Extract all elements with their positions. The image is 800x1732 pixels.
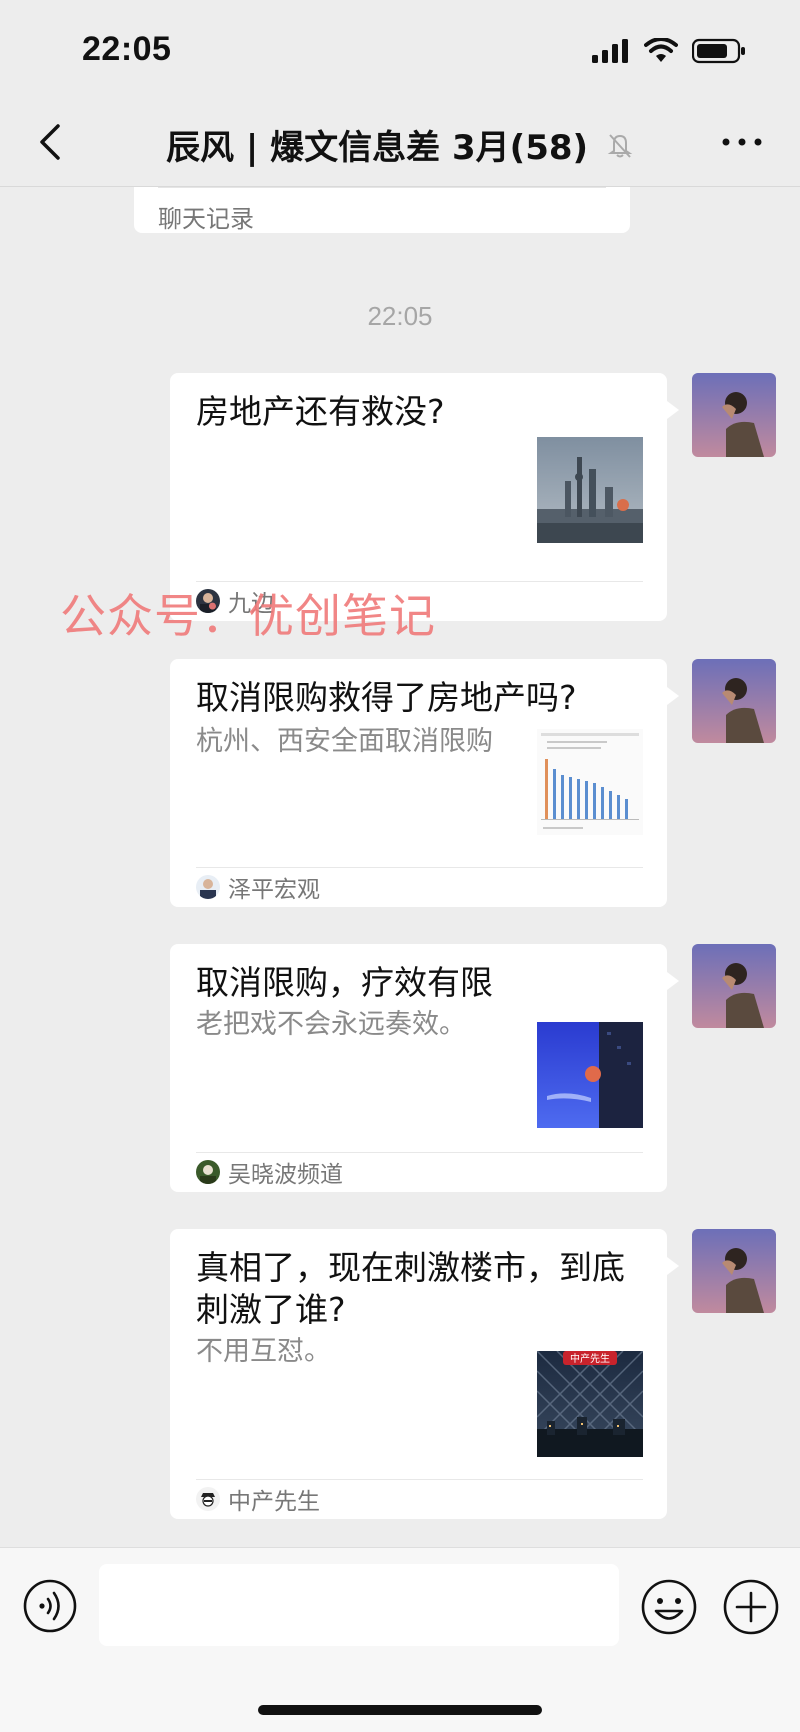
shared-article-card[interactable]: 真相了，现在刺激楼市，到底刺激了谁? 不用互怼。 中产先生 中产先生 bbox=[170, 1229, 679, 1519]
source-name: 泽平宏观 bbox=[228, 877, 320, 903]
source-avatar bbox=[196, 1487, 220, 1511]
plus-icon[interactable] bbox=[722, 1578, 780, 1636]
chat-history-card[interactable]: 聊天记录 bbox=[134, 187, 630, 233]
battery-icon bbox=[692, 38, 745, 64]
input-bar bbox=[0, 1547, 800, 1732]
user-avatar[interactable] bbox=[692, 373, 776, 457]
signal-icon bbox=[592, 39, 628, 63]
watermark: 公众号：优创笔记 bbox=[60, 589, 436, 643]
chat-history-label: 聊天记录 bbox=[158, 205, 254, 233]
wifi-icon bbox=[644, 38, 678, 62]
chat-title: 辰风 | 爆文信息差 3月(58) bbox=[0, 120, 800, 169]
voice-input-icon[interactable] bbox=[22, 1578, 78, 1634]
mute-bell-icon bbox=[607, 133, 633, 158]
article-title: 真相了，现在刺激楼市，到底刺激了谁? bbox=[196, 1248, 625, 1329]
article-thumbnail: 中产先生 bbox=[537, 1351, 643, 1457]
article-thumbnail bbox=[537, 437, 643, 543]
emoji-icon[interactable] bbox=[640, 1578, 698, 1636]
article-source: 吴晓波频道 bbox=[196, 1152, 343, 1192]
status-icons bbox=[592, 38, 746, 64]
message-timestamp: 22:05 bbox=[367, 301, 433, 331]
article-description: 杭州、西安全面取消限购 bbox=[196, 726, 493, 757]
home-indicator bbox=[258, 1705, 542, 1715]
article-title: 房地产还有救没? bbox=[196, 392, 445, 431]
source-avatar bbox=[196, 1160, 220, 1184]
user-avatar[interactable] bbox=[692, 1229, 776, 1313]
user-avatar[interactable] bbox=[692, 944, 776, 1028]
divider bbox=[158, 187, 606, 188]
status-bar: 22:05 bbox=[0, 0, 800, 100]
article-source: 中产先生 bbox=[196, 1479, 320, 1519]
article-source: 泽平宏观 bbox=[196, 867, 320, 907]
article-description: 老把戏不会永远奏效。 bbox=[196, 1009, 466, 1040]
status-time: 22:05 bbox=[82, 30, 172, 68]
article-thumbnail bbox=[537, 1022, 643, 1128]
thumbnail-badge: 中产先生 bbox=[570, 1352, 610, 1365]
shared-article-card[interactable]: 取消限购救得了房地产吗? 杭州、西安全面取消限购 泽平宏观 bbox=[170, 659, 679, 907]
more-options-icon[interactable] bbox=[720, 130, 764, 154]
user-avatar[interactable] bbox=[692, 659, 776, 743]
article-title: 取消限购，疗效有限 bbox=[196, 963, 493, 1002]
shared-article-card[interactable]: 取消限购，疗效有限 老把戏不会永远奏效。 吴晓波频道 bbox=[170, 944, 679, 1192]
source-name: 吴晓波频道 bbox=[228, 1162, 343, 1188]
article-title: 取消限购救得了房地产吗? bbox=[196, 678, 577, 717]
chat-title-text: 辰风 | 爆文信息差 3月(58) bbox=[166, 128, 589, 168]
article-thumbnail bbox=[537, 729, 643, 835]
article-description: 不用互怼。 bbox=[196, 1336, 331, 1367]
source-name: 中产先生 bbox=[228, 1489, 320, 1515]
chat-area[interactable]: 聊天记录 22:05 房地产还有救没? 九边 取消限购救得了房地产吗? 杭州、西… bbox=[0, 187, 800, 1547]
source-avatar bbox=[196, 875, 220, 899]
message-input[interactable] bbox=[99, 1564, 619, 1646]
nav-bar: 辰风 | 爆文信息差 3月(58) bbox=[0, 100, 800, 187]
